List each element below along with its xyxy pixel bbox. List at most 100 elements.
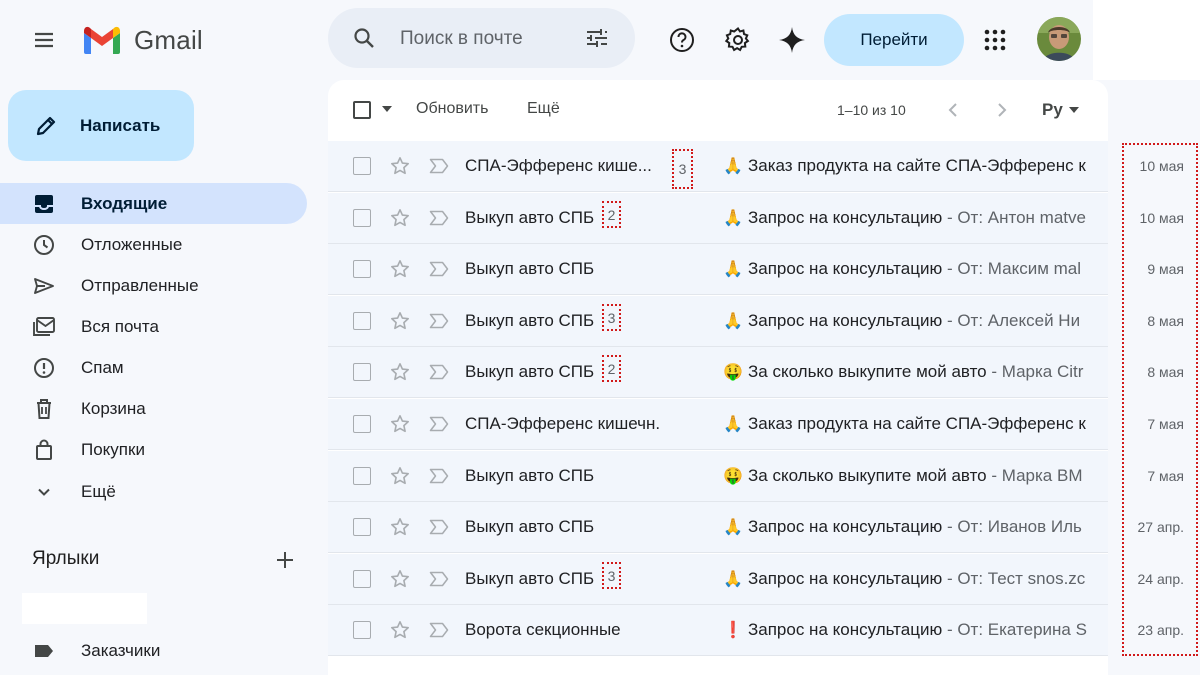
email-row[interactable]: СПА-Эфференс кише... 🙏 Заказ продукта на с… xyxy=(328,141,1108,192)
spam-icon xyxy=(32,357,56,379)
star-icon[interactable] xyxy=(390,208,410,228)
star-icon[interactable] xyxy=(390,569,410,589)
trash-icon xyxy=(32,398,56,420)
email-row[interactable]: Выкуп авто СПБ 🤑 За сколько выкупите мой а… xyxy=(328,451,1108,502)
star-icon[interactable] xyxy=(390,362,410,382)
email-sender: Выкуп авто СПБ xyxy=(465,569,595,588)
email-row[interactable]: Выкуп авто СПБ 🙏 Запрос на консультацию - … xyxy=(328,244,1108,295)
star-icon[interactable] xyxy=(390,259,410,279)
subject-emoji: 🤑 xyxy=(723,364,743,381)
settings-button[interactable] xyxy=(718,20,758,60)
sidebar-item-spam[interactable]: Спам xyxy=(0,347,307,388)
row-checkbox[interactable] xyxy=(353,570,371,588)
row-checkbox[interactable] xyxy=(353,312,371,330)
subject-text: Запрос на консультацию xyxy=(748,620,943,639)
star-icon[interactable] xyxy=(390,311,410,331)
caret-down-icon xyxy=(382,106,392,112)
sidebar-item-trash[interactable]: Корзина xyxy=(0,388,307,429)
star-icon[interactable] xyxy=(390,414,410,434)
compose-label: Написать xyxy=(80,115,161,135)
importance-icon[interactable] xyxy=(429,158,449,174)
language-label: Ру xyxy=(1042,100,1063,119)
search-icon[interactable] xyxy=(352,26,376,50)
star-icon[interactable] xyxy=(390,466,410,486)
star-icon[interactable] xyxy=(390,156,410,176)
tune-icon[interactable] xyxy=(584,25,610,51)
menu-icon xyxy=(35,32,53,48)
gmail-logo[interactable]: Gmail xyxy=(82,22,203,58)
importance-icon[interactable] xyxy=(429,468,449,484)
next-page-button[interactable] xyxy=(992,100,1012,120)
subject-text: За сколько выкупите мой авто xyxy=(748,362,987,381)
all-mail-icon xyxy=(32,316,56,338)
prev-page-button[interactable] xyxy=(943,100,963,120)
refresh-button[interactable]: Обновить xyxy=(416,100,488,118)
row-checkbox[interactable] xyxy=(353,415,371,433)
importance-icon[interactable] xyxy=(429,622,449,638)
input-language-button[interactable]: Ру xyxy=(1042,100,1079,120)
thread-count: 3 xyxy=(602,304,621,331)
search-input[interactable] xyxy=(398,24,582,54)
sidebar-item-purchases[interactable]: Покупки xyxy=(0,429,307,470)
help-button[interactable] xyxy=(662,20,702,60)
sidebar-item-more[interactable]: Ещё xyxy=(0,471,307,512)
thread-count: 2 xyxy=(602,355,621,382)
search-bar[interactable] xyxy=(328,8,635,68)
row-checkbox[interactable] xyxy=(353,209,371,227)
email-sender: Выкуп авто СПБ xyxy=(465,311,595,330)
select-all-checkbox[interactable] xyxy=(353,101,371,119)
email-snippet: - От: Екатерина S xyxy=(942,620,1087,639)
avatar[interactable] xyxy=(1037,17,1081,61)
email-sender: Выкуп авто СПБ xyxy=(465,208,595,227)
email-row[interactable]: Выкуп авто СПБ 🤑 За сколько выкупите мой а… xyxy=(328,347,1108,398)
email-row[interactable]: Выкуп авто СПБ 🙏 Запрос на консультацию - … xyxy=(328,296,1108,347)
email-subject: Запрос на консультацию - От: Антон matve xyxy=(748,208,1108,228)
subject-text: За сколько выкупите мой авто xyxy=(748,466,987,485)
email-row[interactable]: СПА-Эфференс кишечн. 🙏 Заказ продукта на с… xyxy=(328,399,1108,450)
plus-icon xyxy=(277,552,293,568)
row-checkbox[interactable] xyxy=(353,518,371,536)
email-row[interactable]: Выкуп авто СПБ 🙏 Запрос на консультацию - … xyxy=(328,502,1108,553)
row-checkbox[interactable] xyxy=(353,157,371,175)
email-snippet: - От: Алексей Ни xyxy=(942,311,1081,330)
row-checkbox[interactable] xyxy=(353,467,371,485)
send-icon xyxy=(32,275,56,297)
importance-icon[interactable] xyxy=(429,571,449,587)
sidebar-label-customers[interactable]: Заказчики xyxy=(0,630,307,671)
subject-text: Запрос на консультацию xyxy=(748,517,943,536)
labels-heading: Ярлыки xyxy=(32,548,100,569)
email-subject: Запрос на консультацию - От: Екатерина S xyxy=(748,620,1108,640)
goto-button[interactable]: Перейти xyxy=(824,14,964,66)
select-dropdown-button[interactable] xyxy=(380,102,394,116)
sidebar-item-all-mail[interactable]: Вся почта xyxy=(0,306,307,347)
row-checkbox[interactable] xyxy=(353,363,371,381)
importance-icon[interactable] xyxy=(429,519,449,535)
subject-emoji: 🙏 xyxy=(723,313,743,330)
importance-icon[interactable] xyxy=(429,210,449,226)
email-row[interactable]: Выкуп авто СПБ 🙏 Запрос на консультацию - … xyxy=(328,554,1108,605)
email-row[interactable]: Ворота секционные ❗ Запрос на консультацию… xyxy=(328,605,1108,656)
email-row[interactable]: Выкуп авто СПБ 🙏 Запрос на консультацию - … xyxy=(328,193,1108,244)
compose-button[interactable]: Написать xyxy=(8,90,194,161)
importance-icon[interactable] xyxy=(429,313,449,329)
gemini-button[interactable] xyxy=(772,20,812,60)
row-checkbox[interactable] xyxy=(353,260,371,278)
importance-icon[interactable] xyxy=(429,364,449,380)
main-menu-button[interactable] xyxy=(24,20,64,60)
add-label-button[interactable] xyxy=(270,545,300,575)
star-icon[interactable] xyxy=(390,517,410,537)
more-actions-button[interactable]: Ещё xyxy=(527,100,560,118)
email-sender: СПА-Эфференс кише... xyxy=(465,156,652,175)
star-icon[interactable] xyxy=(390,620,410,640)
email-subject: Запрос на консультацию - От: Алексей Ни xyxy=(748,311,1108,331)
importance-icon[interactable] xyxy=(429,416,449,432)
apps-button[interactable] xyxy=(975,20,1015,60)
importance-icon[interactable] xyxy=(429,261,449,277)
subject-emoji: 🤑 xyxy=(723,468,743,485)
sidebar-item-inbox[interactable]: Входящие xyxy=(0,183,307,224)
sidebar-item-sent[interactable]: Отправленные xyxy=(0,265,307,306)
subject-emoji: 🙏 xyxy=(723,158,743,175)
subject-emoji: ❗ xyxy=(723,622,743,639)
sidebar-item-snoozed[interactable]: Отложенные xyxy=(0,224,307,265)
row-checkbox[interactable] xyxy=(353,621,371,639)
